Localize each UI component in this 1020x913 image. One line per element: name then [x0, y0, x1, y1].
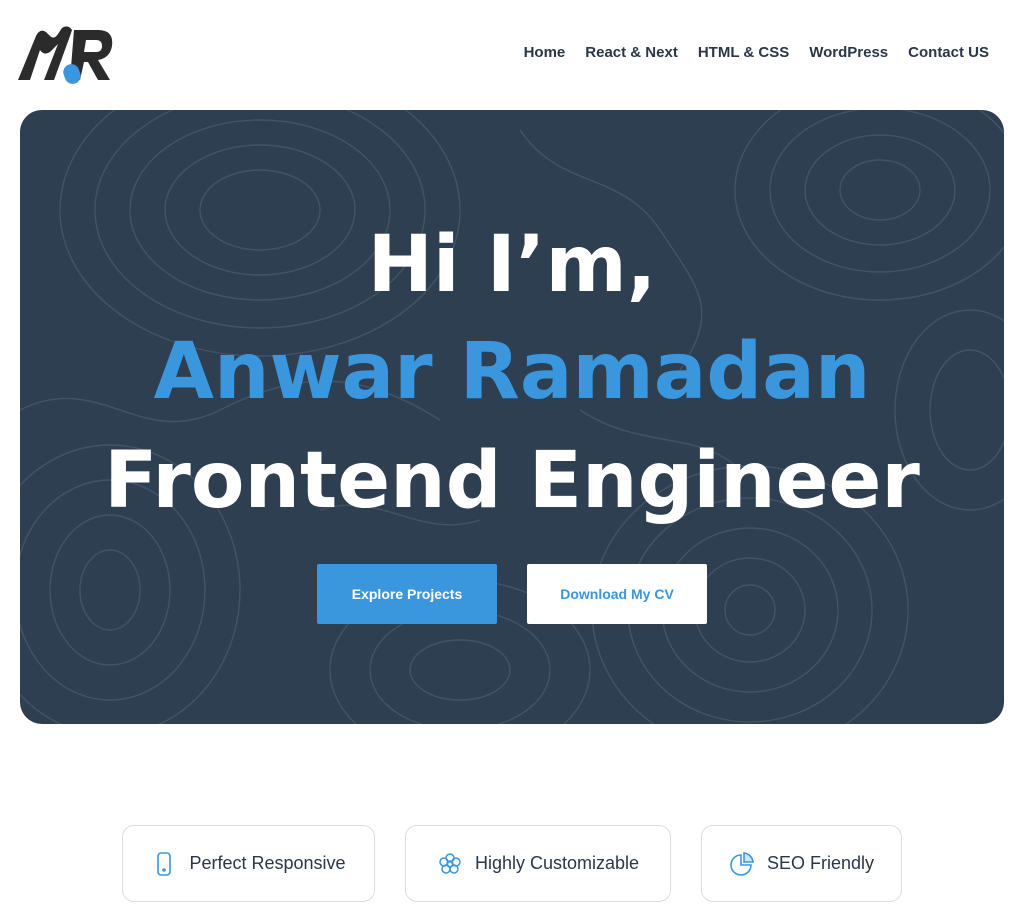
- main-nav: Home React & Next HTML & CSS WordPress C…: [524, 43, 989, 63]
- download-cv-button[interactable]: Download My CV: [527, 564, 707, 624]
- hero-section: Hi I’m, Anwar Ramadan Frontend Engineer …: [20, 110, 1004, 724]
- feature-label: SEO Friendly: [766, 853, 875, 873]
- feature-label: Highly Customizable: [474, 853, 640, 873]
- feature-card-customizable: Highly Customizable: [405, 825, 671, 902]
- page: Home React & Next HTML & CSS WordPress C…: [0, 0, 1020, 913]
- feature-card-responsive: Perfect Responsive: [122, 825, 375, 902]
- explore-projects-button[interactable]: Explore Projects: [317, 564, 497, 624]
- topographic-background: [20, 110, 1004, 724]
- hero-name: Anwar Ramadan: [153, 327, 871, 417]
- feature-card-seo: SEO Friendly: [701, 825, 902, 902]
- nav-react-next[interactable]: React & Next: [585, 43, 678, 63]
- feature-label: Perfect Responsive: [189, 853, 346, 873]
- nav-html-css[interactable]: HTML & CSS: [698, 43, 789, 63]
- logo[interactable]: [14, 22, 116, 86]
- nav-contact-us[interactable]: Contact US: [908, 43, 989, 63]
- hero-role: Frontend Engineer: [104, 436, 920, 526]
- hero-greeting: Hi I’m,: [367, 220, 657, 310]
- nav-wordpress[interactable]: WordPress: [809, 43, 888, 63]
- site-header: Home React & Next HTML & CSS WordPress C…: [0, 0, 1020, 110]
- nav-home[interactable]: Home: [524, 43, 566, 63]
- flower-gear-icon: [439, 852, 461, 874]
- pie-chart-icon: [730, 851, 754, 876]
- mobile-phone-icon: [157, 851, 172, 876]
